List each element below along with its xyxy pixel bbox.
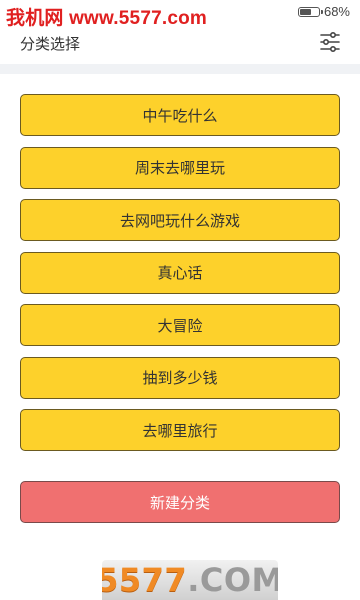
battery-indicator: 68%	[297, 4, 350, 19]
category-button[interactable]: 抽到多少钱	[20, 356, 340, 399]
category-button[interactable]: 中午吃什么	[20, 94, 340, 136]
battery-icon	[297, 6, 323, 17]
page-title: 分类选择	[20, 35, 81, 53]
filter-button[interactable]	[318, 30, 342, 54]
category-list: 中午吃什么 周末去哪里玩 去网吧玩什么游戏 真心话 大冒险 抽到多少钱 去哪里旅…	[20, 94, 340, 462]
category-button[interactable]: 真心话	[20, 251, 340, 294]
battery-percent: 68%	[323, 4, 350, 19]
watermark-digits: 5577	[102, 561, 188, 599]
category-button[interactable]: 去网吧玩什么游戏	[20, 199, 340, 241]
filter-sliders-icon	[320, 31, 340, 52]
category-button[interactable]: 去哪里旅行	[20, 409, 340, 451]
category-button[interactable]: 大冒险	[20, 304, 340, 346]
status-bar: 我机网 www.5577.com 68%	[0, 0, 360, 29]
new-category-button[interactable]: 新建分类	[20, 481, 340, 523]
watermark-dot: .	[187, 561, 200, 599]
watermark-com: COM	[199, 561, 278, 599]
header: 分类选择	[0, 22, 360, 64]
category-button[interactable]: 周末去哪里玩	[20, 146, 340, 189]
battery-fill	[299, 8, 312, 15]
watermark-logo-bottom: 5577. COM	[102, 560, 278, 600]
header-divider	[0, 64, 360, 74]
